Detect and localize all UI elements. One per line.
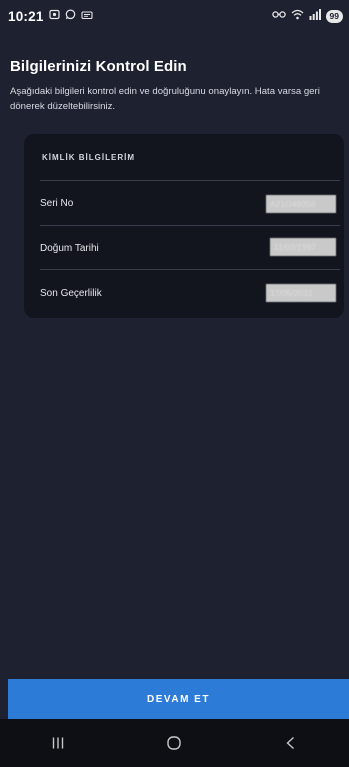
whatsapp-icon [65,9,76,23]
screen-record-icon [48,9,60,23]
row-divider [40,225,340,226]
back-button[interactable] [271,723,311,763]
row-value-expiry: 17/05/2031 [266,284,336,302]
status-left: 10:21 [8,9,93,24]
status-bar: 10:21 99 [0,0,349,32]
message-icon [80,10,93,23]
vowifi-icon [271,10,286,22]
row-divider [40,269,340,270]
status-right: 99 [271,9,343,23]
home-icon [167,736,182,750]
status-time: 10:21 [8,8,44,24]
continue-button-label: DEVAM ET [147,693,210,705]
page-title: Bilgilerinizi Kontrol Edin [10,58,187,75]
continue-button[interactable]: DEVAM ET [8,679,349,719]
signal-icon [309,9,321,23]
row-divider [40,180,340,181]
row-label-birthdate: Doğum Tarihi [40,243,99,254]
row-label-expiry: Son Geçerlilik [40,288,102,299]
wifi-icon [291,9,304,23]
battery-indicator: 99 [325,9,343,23]
recent-apps-icon [52,737,64,749]
row-value-birthdate: 11/02/1997 [270,238,336,256]
page-subtitle: Aşağıdaki bilgileri kontrol edin ve doğr… [10,86,320,112]
back-icon [286,736,294,750]
card-title: KİMLİK BİLGİLERİM [42,153,135,162]
system-nav-bar [0,719,349,767]
home-button[interactable] [154,723,194,763]
recent-apps-button[interactable] [38,723,78,763]
row-value-serial: A21O48056 [266,195,336,213]
row-label-serial: Seri No [40,198,74,209]
